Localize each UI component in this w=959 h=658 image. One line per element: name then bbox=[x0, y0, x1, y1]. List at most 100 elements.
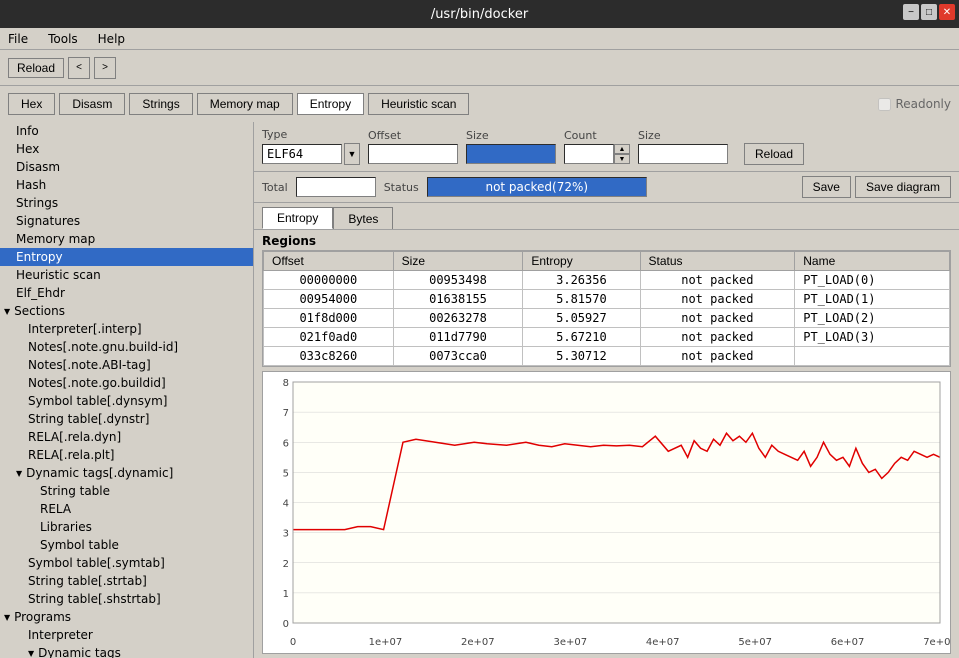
size-input[interactable] bbox=[466, 144, 556, 164]
save-button[interactable]: Save bbox=[802, 176, 851, 198]
sidebar-item-memory-map[interactable]: Memory map bbox=[0, 230, 253, 248]
sidebar-section-dynamic-tags[interactable]: ▼ Dynamic tags[.dynamic] bbox=[0, 464, 253, 482]
count-input[interactable] bbox=[564, 144, 614, 164]
table-cell-size: 011d7790 bbox=[393, 328, 523, 347]
save-diagram-button[interactable]: Save diagram bbox=[855, 176, 951, 198]
content-tab-entropy[interactable]: Entropy bbox=[262, 207, 333, 229]
sidebar-section-programs[interactable]: ▼ Programs bbox=[0, 608, 253, 626]
sidebar-item-signatures[interactable]: Signatures bbox=[0, 212, 253, 230]
offset-group: Offset bbox=[368, 129, 458, 164]
table-row[interactable]: 00954000016381555.81570not packedPT_LOAD… bbox=[264, 290, 950, 309]
title-bar: /usr/bin/docker − □ ✕ bbox=[0, 0, 959, 28]
sidebar-item-hash[interactable]: Hash bbox=[0, 176, 253, 194]
svg-text:2: 2 bbox=[283, 559, 289, 570]
menu-file[interactable]: File bbox=[4, 31, 32, 47]
sidebar-item-notes-go[interactable]: Notes[.note.go.buildid] bbox=[0, 374, 253, 392]
regions-table-container[interactable]: Offset Size Entropy Status Name 00000000… bbox=[262, 250, 951, 367]
maximize-button[interactable]: □ bbox=[921, 4, 937, 20]
back-button[interactable]: < bbox=[68, 57, 90, 79]
sidebar-item-hex[interactable]: Hex bbox=[0, 140, 253, 158]
sidebar-item-strtab-dynstr[interactable]: String table[.dynstr] bbox=[0, 410, 253, 428]
sidebar-section-programs-dynamic-tags[interactable]: ▼ Dynamic tags bbox=[0, 644, 253, 658]
svg-text:5: 5 bbox=[283, 468, 289, 479]
tab-disasm[interactable]: Disasm bbox=[59, 93, 125, 115]
svg-text:0: 0 bbox=[283, 619, 289, 630]
sidebar-item-rela-1[interactable]: RELA bbox=[0, 500, 253, 518]
table-cell-status: not packed bbox=[640, 271, 795, 290]
sidebar-item-notes-gnu[interactable]: Notes[.note.gnu.build-id] bbox=[0, 338, 253, 356]
top-tabs: Hex Disasm Strings Memory map Entropy He… bbox=[0, 86, 959, 122]
table-cell-status: not packed bbox=[640, 347, 795, 366]
sidebar-item-rela-plt[interactable]: RELA[.rela.plt] bbox=[0, 446, 253, 464]
close-button[interactable]: ✕ bbox=[939, 4, 955, 20]
type-input[interactable] bbox=[262, 144, 342, 164]
sidebar-item-strtab-shstrtab[interactable]: String table[.shstrtab] bbox=[0, 590, 253, 608]
svg-text:8: 8 bbox=[283, 378, 289, 389]
offset-label: Offset bbox=[368, 129, 458, 142]
table-cell-size: 01638155 bbox=[393, 290, 523, 309]
tab-heuristic-scan[interactable]: Heuristic scan bbox=[368, 93, 469, 115]
col-entropy: Entropy bbox=[523, 252, 640, 271]
reload-button[interactable]: Reload bbox=[8, 58, 64, 78]
sidebar-item-symtab-symtab[interactable]: Symbol table[.symtab] bbox=[0, 554, 253, 572]
prog-dynamic-tags-triangle: ▼ bbox=[28, 649, 34, 658]
type-dropdown-btn[interactable]: ▼ bbox=[344, 143, 360, 165]
sidebar-item-strtab-1[interactable]: String table bbox=[0, 482, 253, 500]
sections-triangle: ▼ bbox=[4, 307, 10, 316]
table-row[interactable]: 00000000009534983.26356not packedPT_LOAD… bbox=[264, 271, 950, 290]
menu-help[interactable]: Help bbox=[94, 31, 129, 47]
sidebar-item-strings[interactable]: Strings bbox=[0, 194, 253, 212]
sidebar-item-interp[interactable]: Interpreter[.interp] bbox=[0, 320, 253, 338]
sidebar-item-interpreter[interactable]: Interpreter bbox=[0, 626, 253, 644]
sidebar-item-elf-ehdr[interactable]: Elf_Ehdr bbox=[0, 284, 253, 302]
sidebar-item-libraries-1[interactable]: Libraries bbox=[0, 518, 253, 536]
sidebar-section-sections[interactable]: ▼ Sections bbox=[0, 302, 253, 320]
table-cell-name: PT_LOAD(2) bbox=[795, 309, 950, 328]
sidebar-item-heuristic-scan[interactable]: Heuristic scan bbox=[0, 266, 253, 284]
sidebar-item-symtab-1[interactable]: Symbol table bbox=[0, 536, 253, 554]
forward-button[interactable]: > bbox=[94, 57, 116, 79]
table-row[interactable]: 021f0ad0011d77905.67210not packedPT_LOAD… bbox=[264, 328, 950, 347]
svg-text:7e+07: 7e+07 bbox=[923, 637, 950, 648]
svg-text:1e+07: 1e+07 bbox=[369, 637, 403, 648]
table-cell-name: PT_LOAD(1) bbox=[795, 290, 950, 309]
menu-tools[interactable]: Tools bbox=[44, 31, 82, 47]
table-row[interactable]: 01f8d000002632785.05927not packedPT_LOAD… bbox=[264, 309, 950, 328]
svg-text:4: 4 bbox=[283, 499, 289, 510]
sidebar-item-strtab-strtab[interactable]: String table[.strtab] bbox=[0, 572, 253, 590]
sidebar-item-symtab-dynsym[interactable]: Symbol table[.dynsym] bbox=[0, 392, 253, 410]
sidebar-item-disasm[interactable]: Disasm bbox=[0, 158, 253, 176]
minimize-button[interactable]: − bbox=[903, 4, 919, 20]
count-up-btn[interactable]: ▲ bbox=[614, 144, 630, 154]
size2-input[interactable] bbox=[638, 144, 728, 164]
tab-strings[interactable]: Strings bbox=[129, 93, 192, 115]
col-size: Size bbox=[393, 252, 523, 271]
total-value bbox=[296, 177, 376, 197]
count-down-btn[interactable]: ▼ bbox=[614, 154, 630, 164]
right-panel: Type ▼ Offset Size Count ▲ bbox=[254, 122, 959, 658]
tab-memory-map[interactable]: Memory map bbox=[197, 93, 293, 115]
offset-input[interactable] bbox=[368, 144, 458, 164]
readonly-check: Readonly bbox=[878, 97, 951, 111]
sidebar-item-info[interactable]: Info bbox=[0, 122, 253, 140]
tab-entropy[interactable]: Entropy bbox=[297, 93, 364, 115]
sidebar-item-entropy[interactable]: Entropy bbox=[0, 248, 253, 266]
readonly-checkbox bbox=[878, 98, 891, 111]
svg-text:6: 6 bbox=[283, 438, 289, 449]
entropy-chart: 01234567801e+072e+073e+074e+075e+076e+07… bbox=[262, 371, 951, 654]
table-cell-entropy: 3.26356 bbox=[523, 271, 640, 290]
svg-text:5e+07: 5e+07 bbox=[738, 637, 772, 648]
count-group: Count ▲ ▼ bbox=[564, 129, 630, 164]
totals-row: Total Status not packed(72%) Save Save d… bbox=[254, 172, 959, 203]
size-label: Size bbox=[466, 129, 556, 142]
params-reload-button[interactable]: Reload bbox=[744, 143, 804, 165]
content-tab-bytes[interactable]: Bytes bbox=[333, 207, 393, 229]
svg-text:1: 1 bbox=[283, 589, 289, 600]
table-cell-status: not packed bbox=[640, 309, 795, 328]
sidebar-item-rela-dyn[interactable]: RELA[.rela.dyn] bbox=[0, 428, 253, 446]
table-row[interactable]: 033c82600073cca05.30712not packed bbox=[264, 347, 950, 366]
tab-hex[interactable]: Hex bbox=[8, 93, 55, 115]
table-cell-entropy: 5.05927 bbox=[523, 309, 640, 328]
sidebar-item-notes-abi[interactable]: Notes[.note.ABI-tag] bbox=[0, 356, 253, 374]
window-title: /usr/bin/docker bbox=[431, 7, 528, 22]
